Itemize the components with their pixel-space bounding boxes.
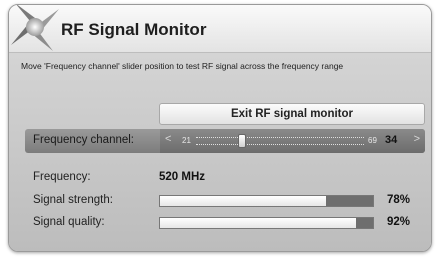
title-bar: RF Signal Monitor (9, 5, 431, 53)
frequency-label: Frequency: (33, 171, 91, 183)
dialog-title: RF Signal Monitor (61, 20, 207, 39)
slider-current-value: 34 (385, 134, 398, 146)
star-logo-icon (11, 5, 59, 51)
slider-min-label: 21 (182, 136, 191, 145)
signal-strength-bar-remainder (326, 196, 373, 206)
signal-strength-bar-fill (160, 196, 327, 206)
frequency-value: 520 MHz (159, 171, 206, 183)
rf-signal-monitor-dialog: RF Signal Monitor Move 'Frequency channe… (8, 4, 432, 252)
signal-quality-bar (159, 217, 374, 229)
slider-left-arrow-icon[interactable]: < (165, 133, 171, 145)
frequency-channel-row: Frequency channel: < 21 69 34 > (25, 129, 425, 153)
signal-quality-label: Signal quality: (33, 216, 105, 228)
signal-strength-value: 78% (387, 194, 411, 206)
slider-thumb[interactable] (237, 134, 246, 148)
signal-strength-bar (159, 195, 374, 207)
frequency-channel-slider[interactable]: < 21 69 34 > (160, 129, 425, 153)
signal-quality-bar-fill (160, 218, 356, 228)
instructions-text: Move 'Frequency channel' slider position… (21, 61, 344, 71)
slider-right-arrow-icon[interactable]: > (414, 133, 420, 145)
exit-rf-monitor-button[interactable]: Exit RF signal monitor (159, 103, 425, 125)
frequency-channel-label: Frequency channel: (33, 134, 135, 146)
signal-quality-bar-remainder (355, 218, 373, 228)
dialog-body: Move 'Frequency channel' slider position… (9, 53, 431, 251)
signal-strength-label: Signal strength: (33, 194, 113, 206)
slider-track[interactable] (196, 137, 364, 145)
slider-max-label: 69 (368, 136, 377, 145)
signal-quality-value: 92% (387, 216, 411, 228)
